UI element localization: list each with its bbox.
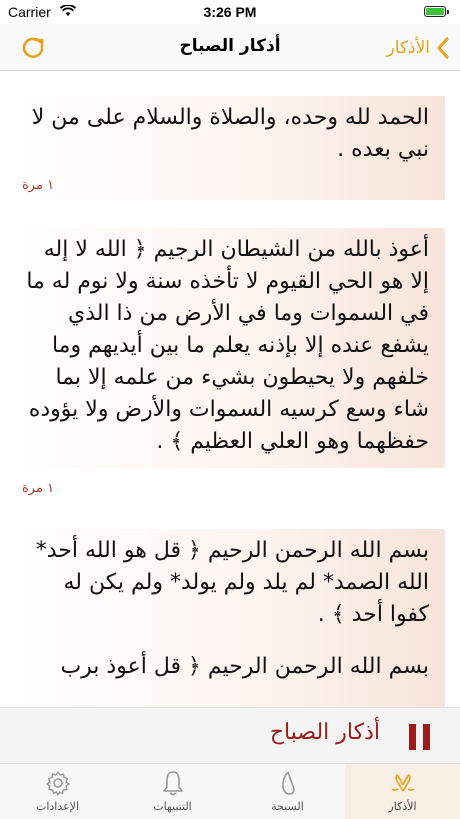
tab-label: الإعدادات	[35, 800, 80, 813]
tab-label: الأذكار	[388, 800, 417, 813]
tab-azkar[interactable]: الأذكار	[345, 764, 460, 819]
clock: 3:26 PM	[203, 4, 257, 20]
tab-label: السبحة	[271, 800, 304, 813]
zikr-card[interactable]: أعوذ بالله من الشيطان الرجيم ﴿ الله لا إ…	[15, 228, 445, 468]
back-button[interactable]: الأذكار	[387, 34, 450, 62]
tab-label: التنبيهات	[153, 800, 192, 813]
navigation-bar: أذكار الصباح الأذكار	[0, 24, 460, 71]
bell-icon	[163, 771, 183, 796]
pause-icon	[423, 724, 430, 750]
status-bar: Carrier 3:26 PM	[0, 0, 460, 24]
back-button-label: الأذكار	[386, 38, 430, 58]
tab-bar: الأذكار السبحة التنبيهات الإعدادات	[0, 763, 460, 819]
player-title: أذكار الصباح	[269, 720, 380, 745]
zikr-card[interactable]: بسم الله الرحمن الرحيم ﴿ قل هو الله أحد*…	[15, 529, 445, 707]
prayer-beads-icon	[282, 771, 295, 795]
repeat-count: ١ مرة	[22, 481, 55, 496]
zikr-text: بسم الله الرحمن الرحيم ﴿ قل هو الله أحد*…	[35, 538, 429, 627]
zikr-text: الحمد لله وحده، والصلاة والسلام على من ل…	[31, 105, 429, 162]
zikr-text: أعوذ بالله من الشيطان الرجيم ﴿ الله لا إ…	[26, 237, 429, 454]
chevron-left-icon	[437, 37, 449, 59]
battery-icon	[424, 6, 449, 17]
tab-notifications[interactable]: التنبيهات	[115, 764, 230, 819]
tab-settings[interactable]: الإعدادات	[0, 764, 115, 819]
tab-subha[interactable]: السبحة	[230, 764, 345, 819]
gear-icon	[46, 771, 70, 796]
repeat-count: ١ مرة	[22, 178, 55, 193]
praying-hands-icon	[391, 774, 415, 792]
zikr-card[interactable]: الحمد لله وحده، والصلاة والسلام على من ل…	[15, 96, 445, 200]
pause-button[interactable]	[406, 724, 430, 750]
audio-player-bar: أذكار الصباح	[0, 707, 460, 764]
zikr-list[interactable]: الحمد لله وحده، والصلاة والسلام على من ل…	[0, 71, 460, 707]
zikr-text: بسم الله الرحمن الرحيم ﴿ قل أعوذ برب	[60, 654, 429, 679]
